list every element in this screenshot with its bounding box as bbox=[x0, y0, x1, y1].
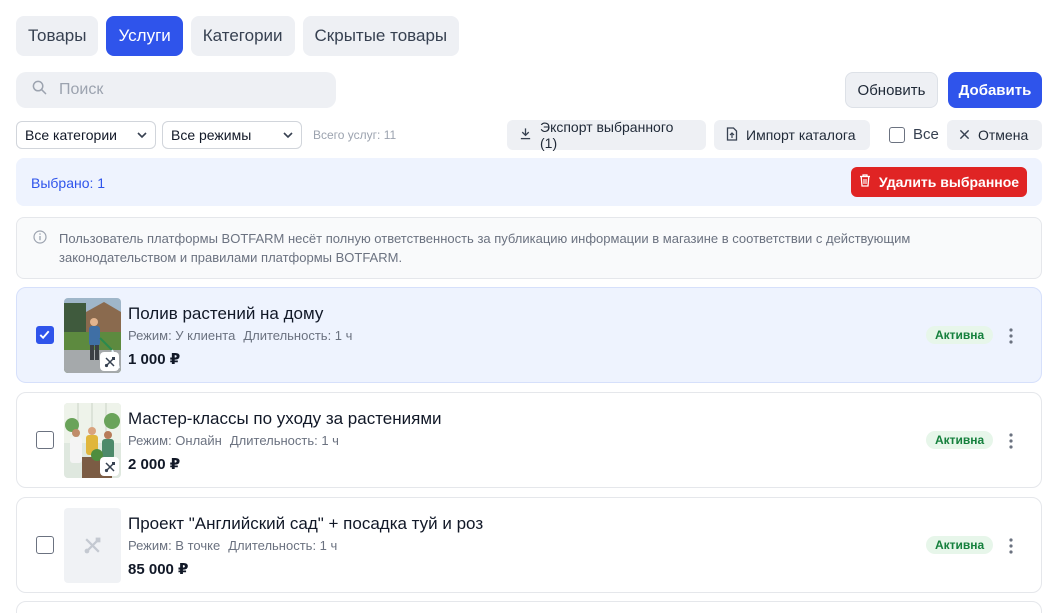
notice-text: Пользователь платформы BOTFARM несёт пол… bbox=[59, 231, 911, 265]
service-meta: Режим: У клиента Длительность: 1 ч bbox=[128, 328, 352, 343]
selected-count: Выбрано: 1 bbox=[31, 175, 106, 191]
more-vertical-icon[interactable] bbox=[1003, 535, 1019, 557]
responsibility-notice: Пользователь платформы BOTFARM несёт пол… bbox=[16, 217, 1042, 279]
service-row[interactable]: Проект "Английский сад" + посадка туй и … bbox=[16, 497, 1042, 593]
file-upload-icon bbox=[726, 126, 738, 144]
service-meta: Режим: В точке Длительность: 1 ч bbox=[128, 538, 337, 553]
tab-products[interactable]: Товары bbox=[16, 16, 99, 56]
select-all-checkbox[interactable] bbox=[889, 126, 905, 143]
delete-selected-label: Удалить выбранное bbox=[878, 174, 1020, 190]
select-all-toggle[interactable]: Все bbox=[889, 126, 939, 143]
service-row-partial[interactable] bbox=[16, 601, 1042, 613]
status-badge: Активна bbox=[926, 536, 994, 554]
tabs-bar: Товары Услуги Категории Скрытые товары bbox=[16, 16, 460, 56]
tab-services[interactable]: Услуги bbox=[106, 16, 183, 56]
row-checkbox[interactable] bbox=[36, 536, 54, 554]
cancel-button[interactable]: Отмена bbox=[947, 120, 1042, 150]
service-duration: Длительность: 1 ч bbox=[243, 328, 353, 343]
chevron-down-icon bbox=[281, 128, 295, 145]
select-all-label: Все bbox=[913, 126, 939, 143]
tools-icon bbox=[100, 352, 119, 371]
service-mode: Режим: У клиента bbox=[128, 328, 236, 343]
service-duration: Длительность: 1 ч bbox=[229, 433, 339, 448]
total-services-count: Всего услуг: 11 bbox=[313, 128, 397, 142]
category-select[interactable]: Все категории bbox=[16, 121, 156, 149]
tab-categories[interactable]: Категории bbox=[190, 16, 295, 56]
service-meta: Режим: Онлайн Длительность: 1 ч bbox=[128, 433, 339, 448]
service-thumbnail-placeholder bbox=[64, 508, 121, 583]
import-catalog-label: Импорт каталога bbox=[746, 127, 856, 143]
row-checkbox[interactable] bbox=[36, 326, 54, 344]
service-title[interactable]: Полив растений на дому bbox=[128, 304, 323, 324]
status-badge: Активна bbox=[926, 431, 994, 449]
service-price: 85 000 ₽ bbox=[128, 561, 189, 578]
status-badge: Активна bbox=[926, 326, 994, 344]
mode-select-value: Все режимы bbox=[171, 127, 252, 143]
selection-bar: Выбрано: 1 Удалить выбранное bbox=[16, 158, 1042, 206]
service-price: 1 000 ₽ bbox=[128, 351, 181, 368]
search-box[interactable] bbox=[16, 72, 336, 108]
download-icon bbox=[519, 127, 532, 143]
tools-placeholder-icon bbox=[83, 536, 102, 560]
service-mode: Режим: В точке bbox=[128, 538, 221, 553]
refresh-button[interactable]: Обновить bbox=[845, 72, 938, 108]
delete-selected-button[interactable]: Удалить выбранное bbox=[851, 167, 1027, 197]
tab-hidden-products[interactable]: Скрытые товары bbox=[302, 16, 460, 56]
service-thumbnail bbox=[64, 298, 121, 373]
service-row[interactable]: Полив растений на дому Режим: У клиента … bbox=[16, 287, 1042, 383]
add-button[interactable]: Добавить bbox=[948, 72, 1042, 108]
service-mode: Режим: Онлайн bbox=[128, 433, 222, 448]
trash-icon bbox=[859, 174, 871, 190]
service-thumbnail bbox=[64, 403, 121, 478]
search-icon bbox=[32, 80, 47, 100]
more-vertical-icon[interactable] bbox=[1003, 430, 1019, 452]
info-icon bbox=[33, 230, 47, 249]
category-select-value: Все категории bbox=[25, 127, 117, 143]
export-selected-button[interactable]: Экспорт выбранного (1) bbox=[507, 119, 706, 151]
more-vertical-icon[interactable] bbox=[1003, 325, 1019, 347]
tools-icon bbox=[100, 457, 119, 476]
service-title[interactable]: Мастер-классы по уходу за растениями bbox=[128, 409, 442, 429]
service-duration: Длительность: 1 ч bbox=[228, 538, 338, 553]
import-catalog-button[interactable]: Импорт каталога bbox=[714, 120, 870, 150]
service-price: 2 000 ₽ bbox=[128, 456, 181, 473]
mode-select[interactable]: Все режимы bbox=[162, 121, 302, 149]
chevron-down-icon bbox=[135, 128, 149, 145]
row-checkbox[interactable] bbox=[36, 431, 54, 449]
service-row[interactable]: Мастер-классы по уходу за растениями Реж… bbox=[16, 392, 1042, 488]
export-selected-label: Экспорт выбранного (1) bbox=[540, 119, 674, 151]
close-icon bbox=[959, 127, 970, 143]
service-title[interactable]: Проект "Английский сад" + посадка туй и … bbox=[128, 514, 483, 534]
search-input[interactable] bbox=[59, 81, 309, 99]
cancel-label: Отмена bbox=[978, 127, 1029, 143]
